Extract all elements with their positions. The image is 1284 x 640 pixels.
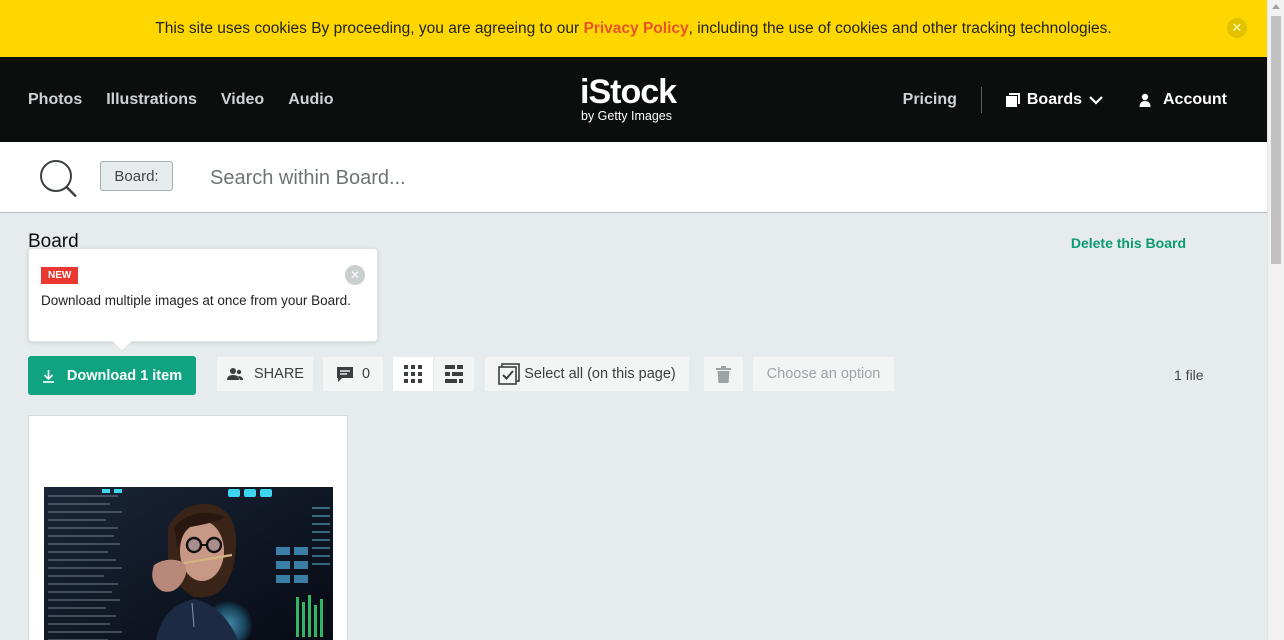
account-label: Account bbox=[1163, 90, 1227, 108]
search-input[interactable] bbox=[210, 162, 810, 194]
share-people-icon bbox=[227, 368, 244, 380]
top-nav: Photos Illustrations Video Audio iStock … bbox=[0, 57, 1267, 142]
cookie-text-after: , including the use of cookies and other… bbox=[688, 19, 1112, 37]
comment-icon bbox=[336, 366, 353, 382]
share-label: SHARE bbox=[254, 366, 304, 382]
tip-text: Download multiple images at once from yo… bbox=[41, 293, 351, 308]
chevron-down-icon bbox=[1089, 95, 1103, 105]
choose-option-select[interactable]: Choose an option bbox=[753, 357, 894, 391]
select-all-label: Select all (on this page) bbox=[524, 366, 676, 382]
woman-with-glasses-screen-image bbox=[44, 487, 333, 640]
delete-board-link[interactable]: Delete this Board bbox=[1071, 235, 1186, 251]
download-tip-popover: NEW Download multiple images at once fro… bbox=[28, 248, 378, 352]
logo-sub: by Getty Images bbox=[581, 109, 673, 123]
privacy-policy-link[interactable]: Privacy Policy bbox=[584, 20, 689, 38]
account-menu[interactable]: Account bbox=[1139, 91, 1227, 109]
close-icon[interactable]: ✕ bbox=[345, 265, 365, 285]
download-label: Download 1 item bbox=[66, 367, 183, 384]
boards-menu[interactable]: Boards bbox=[1005, 90, 1103, 109]
user-icon bbox=[1139, 93, 1151, 107]
new-badge: NEW bbox=[41, 267, 79, 284]
nav-divider bbox=[980, 86, 982, 113]
delete-selected-button[interactable] bbox=[704, 357, 743, 391]
grid-view-toggle[interactable] bbox=[393, 357, 433, 391]
download-button[interactable]: Download 1 item bbox=[28, 356, 196, 395]
share-button[interactable]: SHARE bbox=[217, 357, 313, 391]
logo-main: iStock bbox=[580, 73, 677, 111]
mosaic-view-toggle[interactable] bbox=[434, 357, 474, 391]
comments-button[interactable]: 0 bbox=[323, 357, 383, 391]
search-bar: Board: bbox=[0, 142, 1267, 213]
boards-icon bbox=[1005, 92, 1020, 107]
vertical-scrollbar[interactable] bbox=[1267, 0, 1284, 640]
scrollbar-thumb[interactable] bbox=[1271, 16, 1281, 264]
select-all-checkbox-icon bbox=[498, 363, 521, 385]
comments-count: 0 bbox=[361, 366, 371, 382]
board-asset-card[interactable] bbox=[28, 415, 348, 640]
board-scope-chip[interactable]: Board: bbox=[100, 161, 173, 191]
file-count: 1 file bbox=[1174, 367, 1204, 383]
search-icon[interactable] bbox=[39, 159, 79, 199]
nav-photos[interactable]: Photos bbox=[28, 91, 82, 109]
istock-logo[interactable]: iStock by Getty Images bbox=[580, 74, 692, 126]
nav-pricing[interactable]: Pricing bbox=[903, 91, 981, 109]
close-icon[interactable]: ✕ bbox=[1227, 18, 1247, 38]
cookie-text-before: This site uses cookies By proceeding, yo… bbox=[155, 19, 584, 37]
nav-illustrations[interactable]: Illustrations bbox=[106, 91, 197, 109]
grid-icon bbox=[404, 365, 422, 383]
popover-arrow bbox=[112, 332, 132, 352]
download-icon bbox=[42, 369, 54, 383]
nav-video[interactable]: Video bbox=[221, 91, 264, 109]
select-all-button[interactable]: Select all (on this page) bbox=[485, 357, 689, 391]
nav-audio[interactable]: Audio bbox=[288, 91, 333, 109]
page: This site uses cookies By proceeding, yo… bbox=[0, 0, 1267, 640]
scroll-up-arrow-icon[interactable] bbox=[1272, 4, 1280, 9]
media-type-nav: Photos Illustrations Video Audio bbox=[28, 57, 334, 142]
asset-thumbnail[interactable] bbox=[44, 487, 333, 640]
mosaic-icon bbox=[445, 365, 463, 383]
trash-icon bbox=[716, 365, 731, 383]
boards-label: Boards bbox=[1026, 90, 1082, 108]
cookie-banner: This site uses cookies By proceeding, yo… bbox=[0, 0, 1267, 57]
account-nav: Pricing Boards Account bbox=[903, 57, 1227, 142]
